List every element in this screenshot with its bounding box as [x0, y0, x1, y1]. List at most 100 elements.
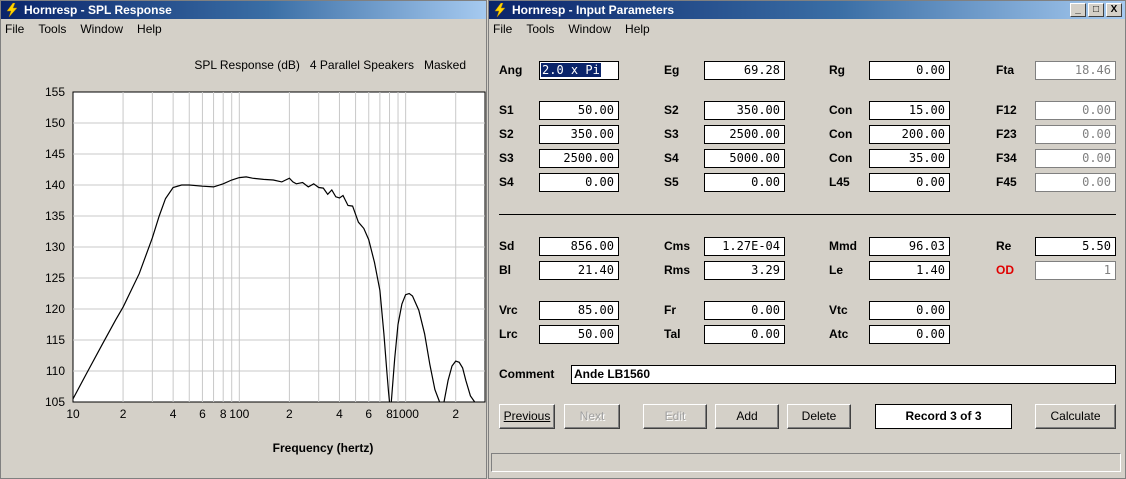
- x-tick-label: 10: [66, 407, 80, 421]
- spl-window-title: Hornresp - SPL Response: [24, 3, 172, 17]
- bl-field[interactable]: 21.40: [539, 261, 619, 280]
- record-indicator: Record 3 of 3: [875, 404, 1012, 429]
- spl-titlebar[interactable]: Hornresp - SPL Response: [1, 1, 486, 19]
- label-re: Re: [996, 239, 1012, 253]
- x-tick-label: 8: [220, 407, 227, 421]
- x-tick-label: 2: [120, 407, 127, 421]
- l45-field[interactable]: 0.00: [869, 173, 950, 192]
- label-cms: Cms: [664, 239, 691, 253]
- label-od: OD: [996, 263, 1014, 277]
- label-s2-left: S2: [499, 127, 514, 141]
- label-bl: Bl: [499, 263, 511, 277]
- sd-field[interactable]: 856.00: [539, 237, 619, 256]
- close-button[interactable]: X: [1106, 3, 1122, 17]
- previous-button[interactable]: Previous: [499, 404, 555, 429]
- input-window-title: Hornresp - Input Parameters: [512, 3, 675, 17]
- label-f12: F12: [996, 103, 1017, 117]
- con2-field[interactable]: 200.00: [869, 125, 950, 144]
- label-s3: S3: [664, 127, 679, 141]
- menu-file[interactable]: File: [493, 22, 512, 36]
- s3b-field[interactable]: 2500.00: [704, 125, 785, 144]
- next-button[interactable]: Next: [564, 404, 620, 429]
- rms-field[interactable]: 3.29: [704, 261, 785, 280]
- label-s3-left: S3: [499, 151, 514, 165]
- input-titlebar[interactable]: Hornresp - Input Parameters _ □ X: [489, 1, 1125, 19]
- label-s4: S4: [664, 151, 679, 165]
- label-s2: S2: [664, 103, 679, 117]
- label-l45: L45: [829, 175, 850, 189]
- add-button[interactable]: Add: [715, 404, 779, 429]
- s4-field[interactable]: 0.00: [539, 173, 619, 192]
- maximize-button[interactable]: □: [1088, 3, 1104, 17]
- label-atc: Atc: [829, 327, 849, 341]
- menu-help[interactable]: Help: [137, 22, 162, 36]
- tal-field[interactable]: 0.00: [704, 325, 785, 344]
- menu-window[interactable]: Window: [568, 22, 611, 36]
- vtc-field[interactable]: 0.00: [869, 301, 950, 320]
- delete-button[interactable]: Delete: [787, 404, 851, 429]
- y-tick-labels: 105 110 115 120 125 130 135 140 145 150 155: [45, 85, 65, 409]
- y-tick-label: 150: [45, 116, 65, 130]
- label-mmd: Mmd: [829, 239, 857, 253]
- y-tick-label: 120: [45, 302, 65, 316]
- spl-chart: SPL Response (dB) 4 Parallel Speakers Ma…: [45, 58, 486, 455]
- vrc-field[interactable]: 85.00: [539, 301, 619, 320]
- comment-field[interactable]: Ande LB1560: [571, 365, 1116, 384]
- minimize-button[interactable]: _: [1070, 3, 1086, 17]
- label-vrc: Vrc: [499, 303, 518, 317]
- y-tick-label: 145: [45, 147, 65, 161]
- menu-file[interactable]: File: [5, 22, 24, 36]
- label-eg: Eg: [664, 63, 680, 77]
- label-rg: Rg: [829, 63, 845, 77]
- rg-field[interactable]: 0.00: [869, 61, 950, 80]
- x-tick-label: 4: [170, 407, 177, 421]
- x-axis-label: Frequency (hertz): [273, 441, 374, 455]
- calculate-button[interactable]: Calculate: [1035, 404, 1116, 429]
- le-field[interactable]: 1.40: [869, 261, 950, 280]
- atc-field[interactable]: 0.00: [869, 325, 950, 344]
- label-s5: S5: [664, 175, 679, 189]
- ang-field[interactable]: 2.0 x Pi: [539, 61, 619, 80]
- con1-field[interactable]: 15.00: [869, 101, 950, 120]
- lrc-field[interactable]: 50.00: [539, 325, 619, 344]
- label-s4-left: S4: [499, 175, 514, 189]
- label-lrc: Lrc: [499, 327, 518, 341]
- menu-help[interactable]: Help: [625, 22, 650, 36]
- label-con-3: Con: [829, 151, 853, 165]
- y-tick-label: 140: [45, 178, 65, 192]
- s4b-field[interactable]: 5000.00: [704, 149, 785, 168]
- y-tick-label: 130: [45, 240, 65, 254]
- mmd-field[interactable]: 96.03: [869, 237, 950, 256]
- x-tick-label: 6: [199, 407, 206, 421]
- cms-field[interactable]: 1.27E-04: [704, 237, 785, 256]
- label-le: Le: [829, 263, 844, 277]
- eg-field[interactable]: 69.28: [704, 61, 785, 80]
- fta-field: 18.46: [1035, 61, 1116, 80]
- re-field[interactable]: 5.50: [1035, 237, 1116, 256]
- fr-field[interactable]: 0.00: [704, 301, 785, 320]
- label-con-2: Con: [829, 127, 853, 141]
- y-tick-label: 125: [45, 271, 65, 285]
- menu-tools[interactable]: Tools: [526, 22, 554, 36]
- y-tick-label: 105: [45, 395, 65, 409]
- x-tick-labels: 10 2 4 6 8 100 2 4 6 8 1000 2: [66, 407, 459, 421]
- s1-field[interactable]: 50.00: [539, 101, 619, 120]
- status-bar: [491, 453, 1121, 472]
- s3-field[interactable]: 2500.00: [539, 149, 619, 168]
- y-tick-label: 135: [45, 209, 65, 223]
- s5-field[interactable]: 0.00: [704, 173, 785, 192]
- s2b-field[interactable]: 350.00: [704, 101, 785, 120]
- f23-field: 0.00: [1035, 125, 1116, 144]
- label-fta: Fta: [996, 63, 1014, 77]
- input-menubar: File Tools Window Help: [489, 19, 1125, 39]
- con3-field[interactable]: 35.00: [869, 149, 950, 168]
- label-ang: Ang: [499, 63, 523, 77]
- menu-window[interactable]: Window: [80, 22, 123, 36]
- input-parameters-window: Hornresp - Input Parameters _ □ X File T…: [488, 0, 1126, 479]
- y-tick-label: 115: [46, 333, 65, 347]
- menu-tools[interactable]: Tools: [38, 22, 66, 36]
- s2-field[interactable]: 350.00: [539, 125, 619, 144]
- edit-button[interactable]: Edit: [643, 404, 707, 429]
- label-comment: Comment: [499, 367, 555, 381]
- x-tick-label: 2: [286, 407, 293, 421]
